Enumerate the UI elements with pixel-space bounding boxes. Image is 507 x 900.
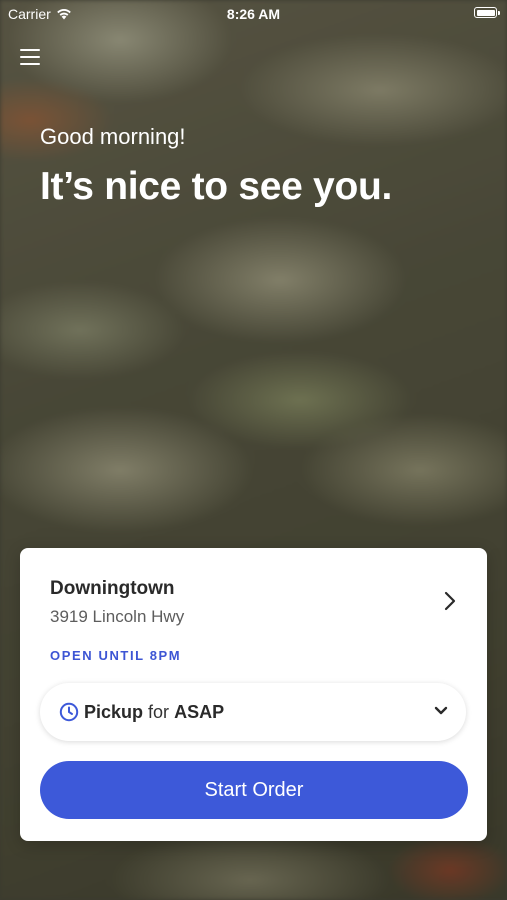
start-order-button[interactable]: Start Order: [40, 761, 468, 819]
location-card: Downingtown 3919 Lincoln Hwy OPEN UNTIL …: [20, 548, 487, 841]
greeting-text: Good morning!: [40, 124, 186, 149]
page-headline: It’s nice to see you.: [40, 165, 393, 208]
hamburger-menu-icon[interactable]: [20, 47, 40, 67]
order-type-selector[interactable]: Pickup for ASAP: [40, 683, 466, 741]
clock-icon: [59, 702, 79, 722]
hours-status: OPEN UNTIL 8PM: [50, 648, 182, 663]
chevron-right-icon[interactable]: [441, 590, 459, 612]
order-mode: Pickup: [84, 702, 144, 722]
location-name: Downingtown: [50, 578, 175, 599]
battery-icon: [474, 7, 500, 18]
order-type-text: Pickup for ASAP: [84, 702, 224, 723]
order-time: ASAP: [174, 702, 225, 722]
status-bar: Carrier 8:26 AM: [0, 0, 507, 28]
order-connector: for: [148, 702, 170, 722]
location-address: 3919 Lincoln Hwy: [50, 607, 185, 626]
clock-time: 8:26 AM: [226, 6, 281, 22]
chevron-down-icon: [434, 706, 448, 715]
